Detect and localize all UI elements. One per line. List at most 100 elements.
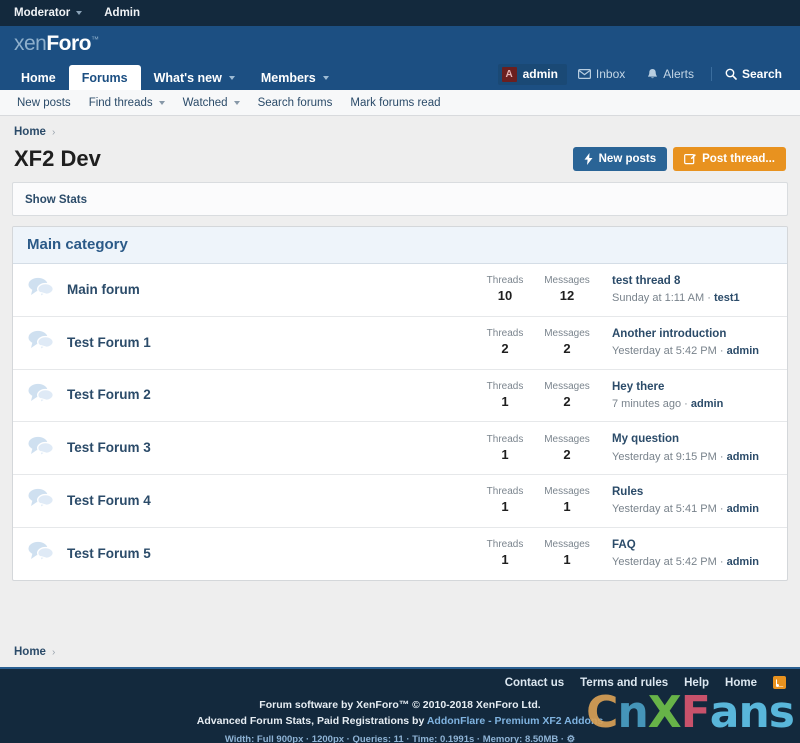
post-thread-button[interactable]: Post thread... [673, 147, 786, 171]
tab-members-label: Members [260, 70, 316, 85]
messages-stat: Messages 2 [536, 433, 598, 464]
forum-title-link[interactable]: Test Forum 4 [67, 493, 151, 508]
subnav-mark-forums-read[interactable]: Mark forums read [341, 97, 449, 109]
site-header: xenForo™ [0, 26, 800, 61]
last-post-title-link[interactable]: My question [612, 431, 773, 448]
inbox-label: Inbox [595, 67, 626, 81]
logo-text-xen: xen [14, 31, 47, 55]
tab-home[interactable]: Home [8, 65, 69, 90]
forum-info: Main forum [67, 281, 474, 299]
last-post-author-link[interactable]: test1 [714, 292, 740, 304]
forum-title-link[interactable]: Main forum [67, 282, 140, 297]
top-bar-item-admin[interactable]: Admin [104, 7, 140, 19]
messages-label: Messages [544, 433, 590, 445]
alerts-button[interactable]: Alerts [636, 67, 705, 81]
search-icon [725, 68, 737, 80]
avatar: A [501, 66, 517, 82]
category-header: Main category [13, 227, 787, 264]
new-posts-button[interactable]: New posts [572, 147, 668, 171]
last-post-time: Yesterday at 9:15 PM [612, 450, 717, 463]
forum-row[interactable]: Test Forum 3 Threads 1 Messages 2 My question… [13, 422, 787, 475]
last-post-title-link[interactable]: Rules [612, 484, 773, 501]
page-action-buttons: New posts Post thread... [572, 147, 786, 171]
new-posts-button-label: New posts [598, 153, 657, 165]
last-post-meta: Yesterday at 5:41 PM · admin [612, 501, 773, 518]
last-post-author-link[interactable]: admin [727, 451, 759, 463]
forum-row[interactable]: Test Forum 2 Threads 1 Messages 2 Hey there 7 … [13, 370, 787, 423]
forum-row[interactable]: Main forum Threads 10 Messages 12 test thread… [13, 264, 787, 317]
show-stats-toggle[interactable]: Show Stats [25, 194, 87, 206]
search-button[interactable]: Search [710, 67, 792, 81]
forum-title-link[interactable]: Test Forum 3 [67, 440, 151, 455]
footer-link-contact-us[interactable]: Contact us [505, 677, 564, 689]
forum-title-link[interactable]: Test Forum 2 [67, 387, 151, 402]
messages-value: 12 [559, 288, 575, 304]
footer-link-home[interactable]: Home [725, 677, 757, 689]
last-post-title-link[interactable]: test thread 8 [612, 273, 773, 290]
messages-value: 1 [563, 552, 571, 568]
subnav-search-forums[interactable]: Search forums [249, 97, 342, 109]
footer-credit-line: Advanced Forum Stats, Paid Registrations… [0, 713, 800, 729]
chevron-down-icon [228, 75, 235, 80]
top-bar-moderator-label: Moderator [14, 7, 71, 19]
breadcrumb-home[interactable]: Home [14, 126, 46, 138]
tab-members[interactable]: Members [248, 65, 342, 90]
last-post-info: Another introduction Yesterday at 5:42 PM… [598, 326, 773, 360]
last-post-separator: · [684, 397, 688, 410]
chevron-down-icon [76, 11, 83, 15]
last-post-author-link[interactable]: admin [691, 398, 723, 410]
tab-whats-new[interactable]: What's new [141, 65, 248, 90]
forum-row[interactable]: Test Forum 1 Threads 2 Messages 2 Another int… [13, 317, 787, 370]
forum-info: Test Forum 5 [67, 545, 474, 563]
last-post-title-link[interactable]: Hey there [612, 379, 773, 396]
forum-title-link[interactable]: Test Forum 1 [67, 335, 151, 350]
footer-credit-link[interactable]: AddonFlare - Premium XF2 Addons [427, 715, 603, 727]
forum-info: Test Forum 2 [67, 386, 474, 404]
last-post-author-link[interactable]: admin [727, 503, 759, 515]
footer-link-help[interactable]: Help [684, 677, 709, 689]
threads-stat: Threads 1 [474, 380, 536, 411]
forum-stats: Threads 1 Messages 1 [474, 538, 598, 569]
tab-forums[interactable]: Forums [68, 65, 141, 90]
last-post-info: Hey there 7 minutes ago · admin [598, 379, 773, 413]
user-menu-button[interactable]: A admin [497, 63, 567, 85]
subnav-find-threads-label: Find threads [88, 96, 153, 109]
forum-stats: Threads 1 Messages 1 [474, 485, 598, 516]
subnav-find-threads[interactable]: Find threads [80, 97, 174, 109]
page-title-row: XF2 Dev New posts Post thread... [12, 144, 788, 182]
threads-stat: Threads 10 [474, 274, 536, 305]
show-stats-block: Show Stats [12, 182, 788, 216]
forum-list-block: Main category Main forum Threads 10 Message… [12, 226, 788, 581]
last-post-author-link[interactable]: admin [727, 556, 759, 568]
footer-link-terms-and-rules[interactable]: Terms and rules [580, 677, 668, 689]
rss-icon[interactable] [773, 676, 786, 689]
footer-breadcrumb-home[interactable]: Home [14, 646, 46, 658]
envelope-icon [577, 69, 591, 79]
top-bar-item-moderator[interactable]: Moderator [14, 7, 83, 19]
last-post-time: 7 minutes ago [612, 397, 682, 410]
subnav-watched[interactable]: Watched [174, 97, 249, 109]
last-post-time: Yesterday at 5:42 PM [612, 345, 717, 357]
forum-row[interactable]: Test Forum 5 Threads 1 Messages 1 FAQ Yesterda… [13, 528, 787, 580]
site-logo[interactable]: xenForo™ [14, 32, 99, 56]
messages-value: 1 [563, 499, 571, 515]
last-post-author-link[interactable]: admin [727, 345, 759, 357]
chevron-down-icon [158, 100, 165, 105]
messages-value: 2 [563, 393, 571, 409]
page-content: Home › XF2 Dev New posts Post thread... … [0, 116, 800, 581]
threads-value: 2 [501, 341, 509, 357]
threads-label: Threads [486, 380, 524, 392]
speech-bubbles-icon [27, 382, 67, 409]
threads-stat: Threads 2 [474, 327, 536, 358]
nav-visitor-menu: A admin Inbox Alerts Search [497, 61, 792, 90]
inbox-button[interactable]: Inbox [567, 67, 636, 81]
forum-stats: Threads 1 Messages 2 [474, 433, 598, 464]
messages-label: Messages [544, 380, 590, 392]
forum-title-link[interactable]: Test Forum 5 [67, 546, 151, 561]
subnav-new-posts[interactable]: New posts [8, 97, 80, 109]
last-post-title-link[interactable]: FAQ [612, 537, 773, 554]
forum-row[interactable]: Test Forum 4 Threads 1 Messages 1 Rules Yester… [13, 475, 787, 528]
last-post-title-link[interactable]: Another introduction [612, 326, 773, 343]
threads-value: 1 [501, 552, 509, 568]
subnav-search-forums-label: Search forums [257, 96, 333, 109]
